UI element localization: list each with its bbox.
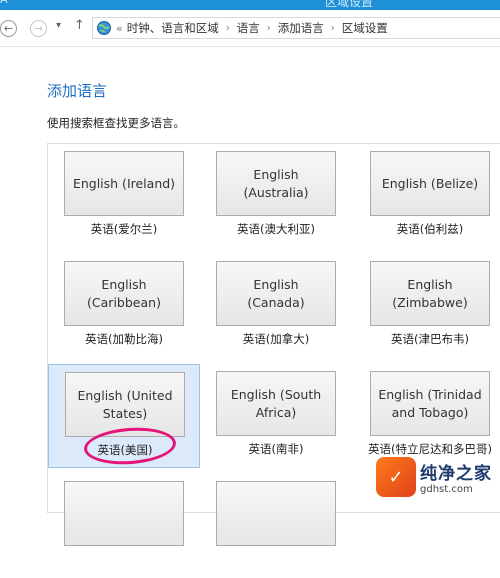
- up-arrow-icon[interactable]: ↑: [74, 18, 85, 33]
- address-bar[interactable]: « 时钟、语言和区域 › 语言 › 添加语言 › 区域设置: [92, 17, 500, 39]
- language-tile-next-row[interactable]: [200, 474, 352, 578]
- title-bar-fragment: A: [0, 0, 8, 6]
- language-tile-next-row[interactable]: [48, 474, 200, 578]
- language-tile-australia[interactable]: English (Australia) 英语(澳大利亚): [200, 144, 352, 248]
- language-caption: 英语(南非): [248, 442, 304, 456]
- language-button[interactable]: [64, 481, 184, 546]
- language-button[interactable]: English (Caribbean): [64, 261, 184, 326]
- control-panel-globe-icon: [97, 21, 111, 35]
- language-caption: 英语(津巴布韦): [391, 332, 469, 346]
- forward-button[interactable]: →: [30, 20, 47, 37]
- language-tile-belize[interactable]: English (Belize) 英语(伯利兹): [354, 144, 500, 248]
- language-tile-canada[interactable]: English (Canada) 英语(加拿大): [200, 254, 352, 358]
- language-button[interactable]: English (South Africa): [216, 371, 336, 436]
- language-button[interactable]: English (United States): [65, 372, 185, 437]
- language-tile-ireland[interactable]: English (Ireland) 英语(爱尔兰): [48, 144, 200, 248]
- recent-locations-dropdown-icon[interactable]: ▾: [56, 20, 61, 31]
- language-caption: 英语(伯利兹): [396, 222, 464, 236]
- breadcrumb-clock-language-region[interactable]: 时钟、语言和区域: [127, 20, 219, 36]
- language-caption: 英语(加勒比海): [85, 332, 163, 346]
- language-button[interactable]: English (Trinidad and Tobago): [370, 371, 490, 436]
- language-tile-south-africa[interactable]: English (South Africa) 英语(南非): [200, 364, 352, 468]
- language-tile-caribbean[interactable]: English (Caribbean) 英语(加勒比海): [48, 254, 200, 358]
- breadcrumb-separator-icon[interactable]: ›: [267, 23, 271, 34]
- title-bar: A 区域设置: [0, 0, 500, 10]
- breadcrumb-separator-icon[interactable]: ›: [226, 23, 230, 34]
- language-caption: 英语(爱尔兰): [90, 222, 158, 236]
- breadcrumb-add-language[interactable]: 添加语言: [278, 20, 324, 36]
- language-tile-zimbabwe[interactable]: English (Zimbabwe) 英语(津巴布韦): [354, 254, 500, 358]
- language-button[interactable]: English (Zimbabwe): [370, 261, 490, 326]
- language-button[interactable]: English (Ireland): [64, 151, 184, 216]
- breadcrumb-regional-variants[interactable]: 区域设置: [342, 20, 388, 36]
- forward-arrow-icon: →: [33, 22, 44, 35]
- language-button[interactable]: English (Belize): [370, 151, 490, 216]
- language-caption: 英语(加拿大): [242, 332, 310, 346]
- back-button[interactable]: ←: [0, 20, 17, 37]
- navigation-bar: ← → ▾ ↑ « 时钟、语言和区域 › 语言 › 添加语言 › 区域设置: [0, 10, 500, 47]
- breadcrumb-separator-icon[interactable]: ›: [331, 23, 335, 34]
- language-button[interactable]: English (Australia): [216, 151, 336, 216]
- breadcrumb-language[interactable]: 语言: [237, 20, 260, 36]
- breadcrumb-overflow-icon[interactable]: «: [116, 22, 123, 35]
- back-arrow-icon: ←: [3, 22, 14, 35]
- watermark-text: 纯净之家: [420, 464, 492, 484]
- watermark-logo-icon: ✓: [376, 457, 416, 497]
- page-title: 添加语言: [47, 82, 108, 100]
- watermark-url: gdhst.com: [420, 484, 473, 495]
- window-title: 区域设置: [325, 0, 374, 9]
- site-watermark: ✓ 纯净之家 gdhst.com: [376, 453, 500, 501]
- language-button[interactable]: [216, 481, 336, 546]
- page-subtitle: 使用搜索框查找更多语言。: [47, 116, 185, 130]
- language-caption: 英语(澳大利亚): [237, 222, 315, 236]
- language-button[interactable]: English (Canada): [216, 261, 336, 326]
